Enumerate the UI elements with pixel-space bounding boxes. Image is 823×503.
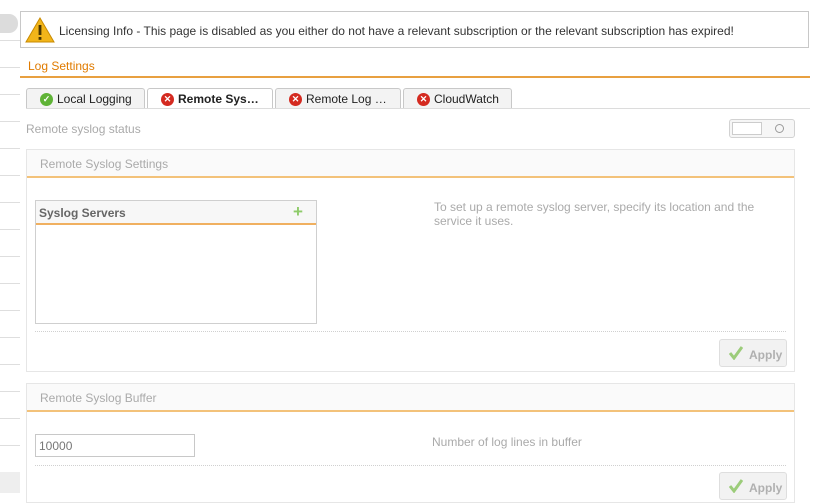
error-circle-icon: ✕ [161,93,174,106]
toggle-off-icon [775,124,784,133]
remote-syslog-settings-panel: Remote Syslog Settings Syslog Servers + … [26,149,795,372]
remote-syslog-buffer-panel: Remote Syslog Buffer Number of log lines… [26,383,795,503]
check-icon [729,346,743,360]
sidebar-divider [0,283,20,284]
sidebar-divider [0,445,20,446]
error-circle-icon: ✕ [289,93,302,106]
apply-label: Apply [749,348,783,362]
panel-header: Remote Syslog Buffer [27,384,794,412]
sidebar-divider [0,202,20,203]
buffer-help-text: Number of log lines in buffer [432,435,582,449]
sidebar-divider [0,94,20,95]
tab-label: Remote Log … [306,92,387,106]
buffer-size-input[interactable] [35,434,195,457]
tab-label: Remote Sys… [178,92,259,106]
panel-title: Remote Syslog Settings [40,157,169,171]
sidebar-divider [0,175,20,176]
tab-local-logging[interactable]: ✓ Local Logging [26,88,145,108]
apply-button[interactable]: Apply [719,472,787,500]
sidebar-strip [0,0,20,493]
sidebar-divider [0,310,20,311]
sidebar-divider [0,148,20,149]
tab-remote-syslog[interactable]: ✕ Remote Sys… [147,88,273,109]
page-title: Log Settings [28,59,95,73]
check-circle-icon: ✓ [40,93,53,106]
sidebar-divider [0,67,20,68]
error-circle-icon: ✕ [417,93,430,106]
panel-title: Remote Syslog Buffer [40,391,157,405]
syslog-servers-list: Syslog Servers + [35,200,317,324]
sidebar-item[interactable] [0,472,20,493]
sidebar-divider [0,229,20,230]
sidebar-divider [0,256,20,257]
check-icon [729,479,743,493]
panel-divider [35,465,786,467]
sidebar-divider [0,418,20,419]
tab-divider [26,108,810,109]
sidebar-divider [0,40,20,41]
remote-syslog-status-toggle[interactable] [729,119,795,138]
title-divider [20,76,810,78]
sidebar-divider [0,364,20,365]
sidebar-divider [0,121,20,122]
sidebar-divider [0,337,20,338]
tab-label: CloudWatch [434,92,499,106]
sidebar-divider [0,391,20,392]
remote-syslog-status-label: Remote syslog status [26,122,141,136]
settings-help-text: To set up a remote syslog server, specif… [434,200,755,228]
tab-label: Local Logging [57,92,132,106]
warning-icon [25,17,55,43]
apply-button[interactable]: Apply [719,339,787,367]
toggle-knob [732,122,762,135]
tab-cloudwatch[interactable]: ✕ CloudWatch [403,88,512,108]
sidebar-toggle[interactable] [0,14,18,33]
list-header: Syslog Servers + [36,201,316,225]
add-icon[interactable]: + [293,202,303,222]
tab-remote-log[interactable]: ✕ Remote Log … [275,88,401,108]
list-title: Syslog Servers [39,206,126,220]
panel-header: Remote Syslog Settings [27,150,794,178]
panel-divider [35,331,786,333]
licensing-banner: Licensing Info - This page is disabled a… [20,11,809,48]
licensing-message: Licensing Info - This page is disabled a… [59,24,734,38]
